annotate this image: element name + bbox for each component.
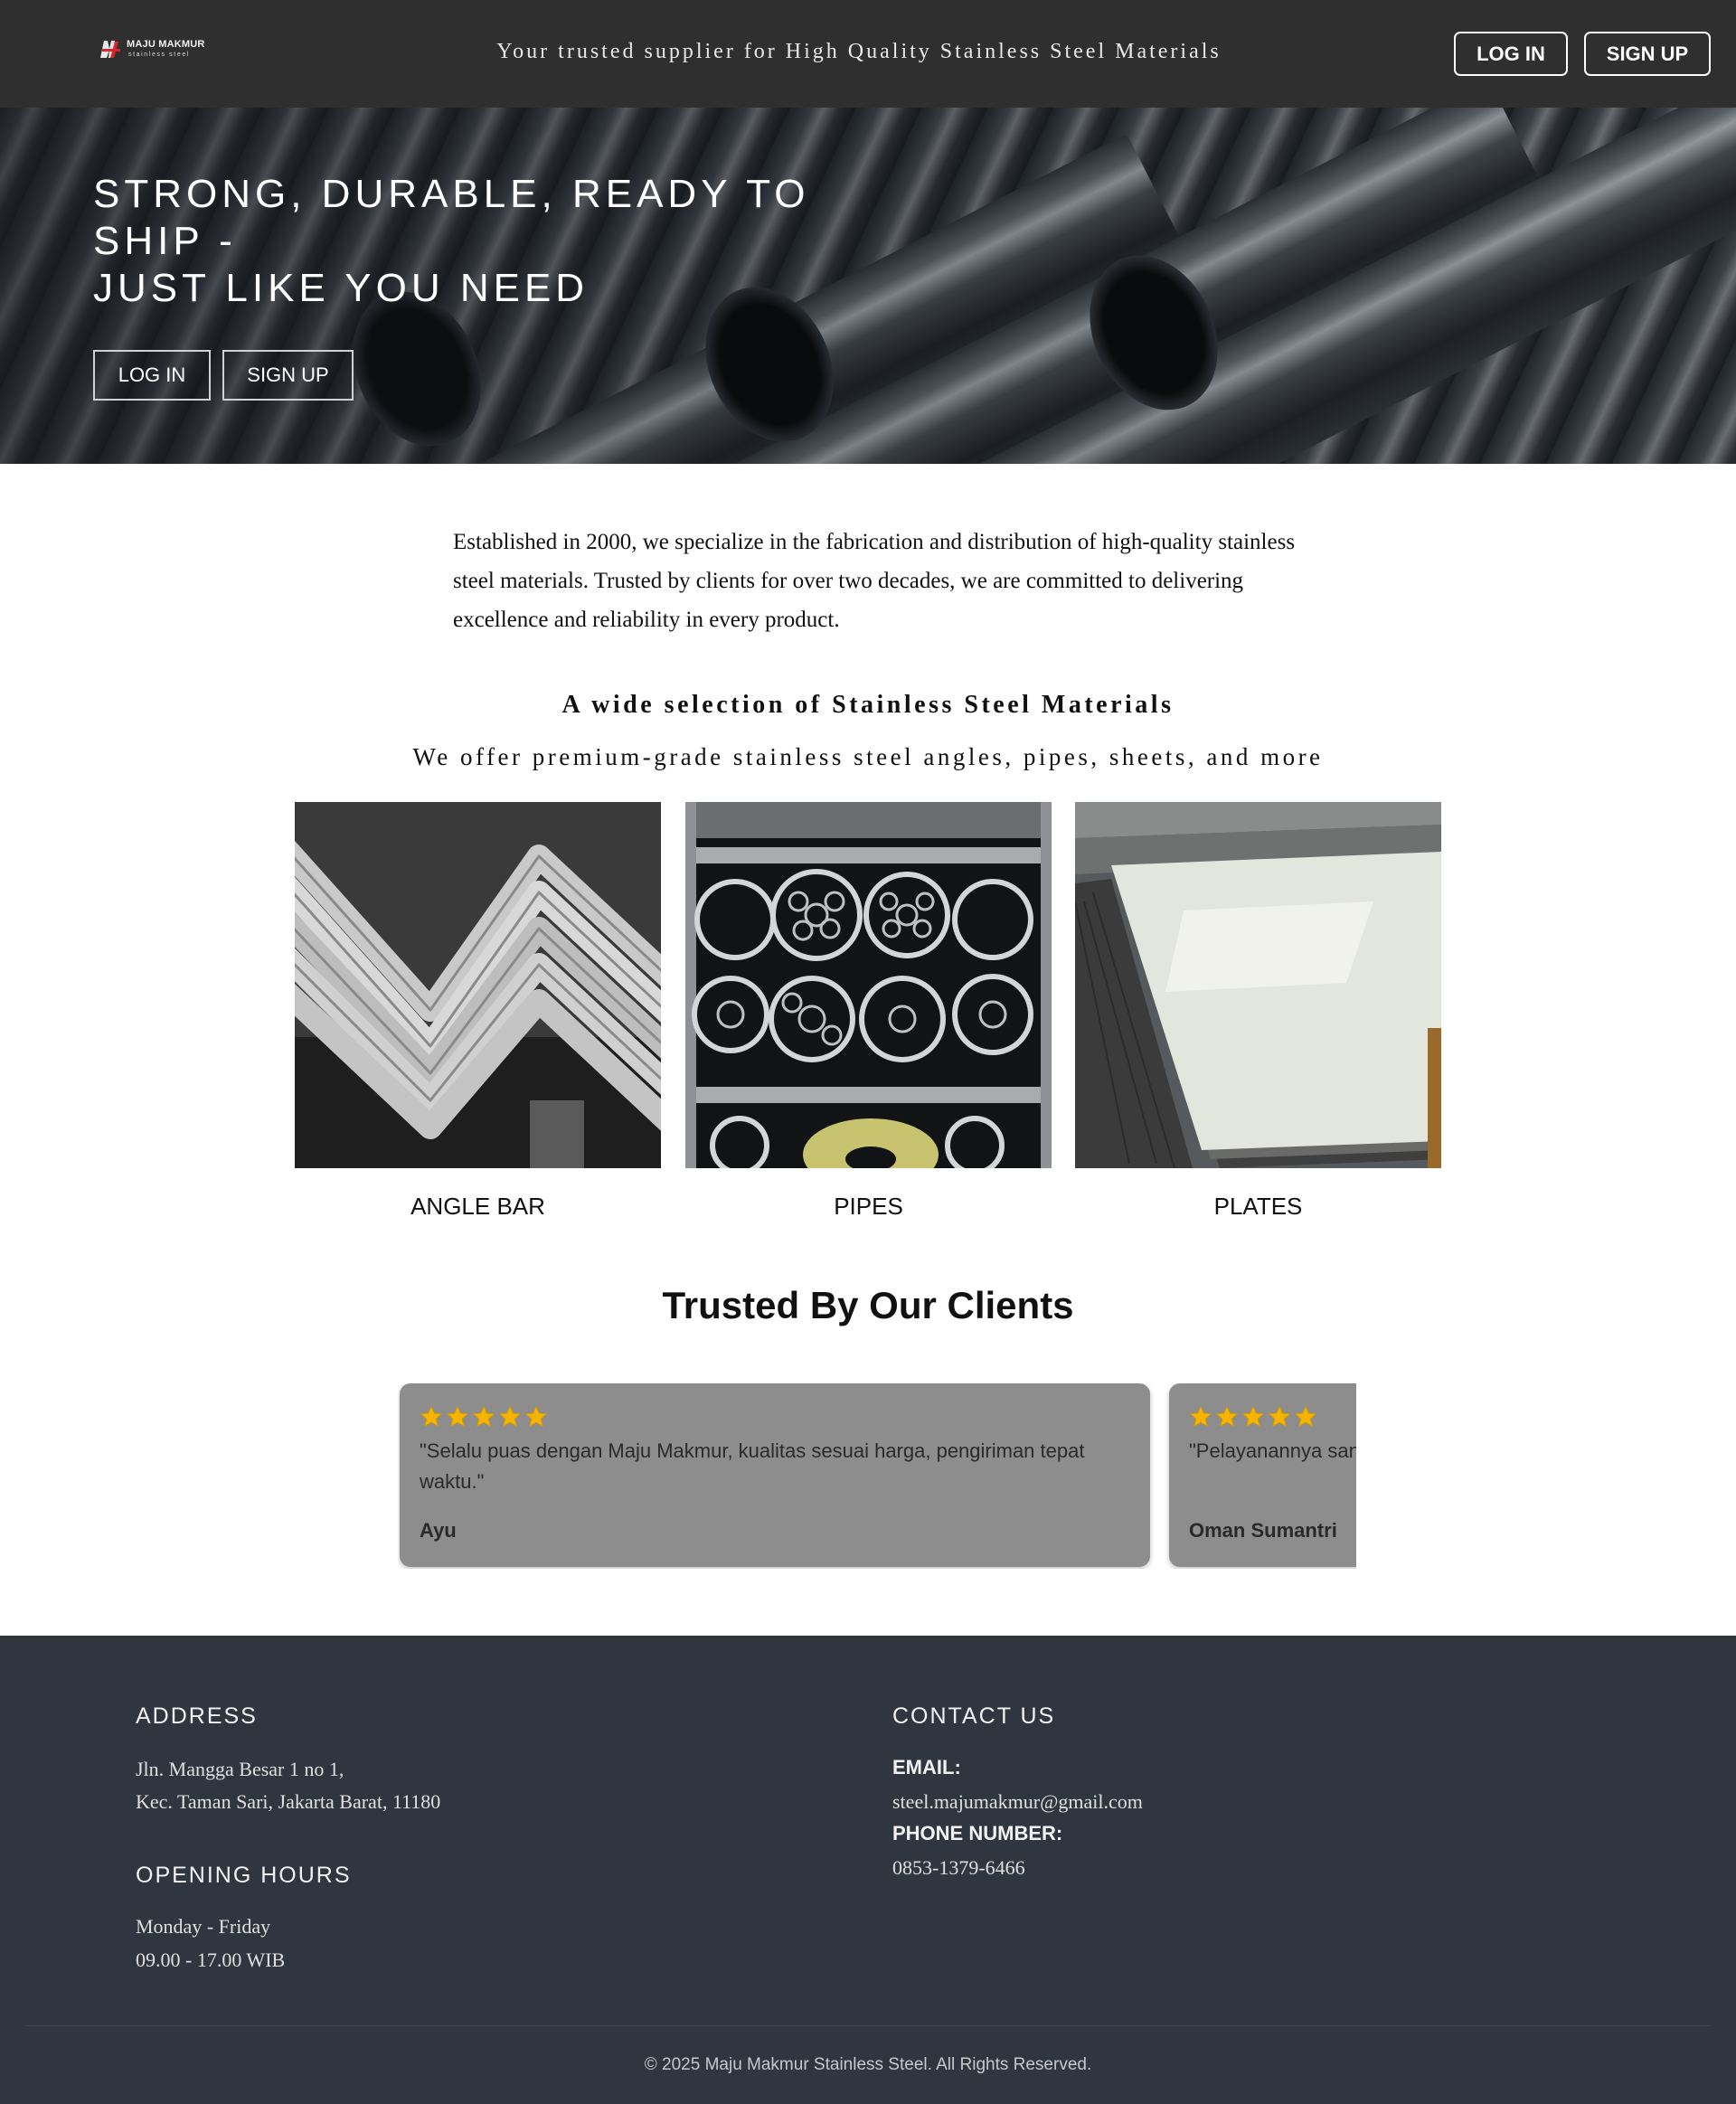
product-card-angle-bar[interactable]: ANGLE BAR: [295, 802, 661, 1221]
star-icon: [1189, 1405, 1212, 1428]
opening-time: 09.00 - 17.00 WIB: [136, 1948, 286, 1971]
product-card-pipes[interactable]: PIPES: [685, 802, 1052, 1221]
address-line: Jln. Mangga Besar 1 no 1,: [136, 1758, 344, 1780]
phone-label: PHONE NUMBER:: [892, 1822, 1063, 1845]
star-rating: [420, 1405, 548, 1430]
selection-subtitle: We offer premium-grade stainless steel a…: [412, 743, 1324, 770]
header-login-button[interactable]: LOG IN: [1454, 32, 1568, 76]
testimonials-title: Trusted By Our Clients: [662, 1284, 1074, 1326]
star-icon: [420, 1405, 443, 1428]
header-tagline: Your trusted supplier for High Quality S…: [496, 40, 1222, 63]
opening-days: Monday - Friday: [136, 1915, 271, 1938]
star-icon: [1294, 1405, 1317, 1428]
testimonial-author: Ayu: [420, 1519, 457, 1542]
selection-title: A wide selection of Stainless Steel Mate…: [561, 691, 1175, 719]
company-intro-text: Established in 2000, we specialize in th…: [453, 530, 1296, 632]
hero-headline-line: JUST LIKE YOU NEED: [93, 266, 590, 310]
opening-hours-heading: OPENING HOURS: [136, 1863, 352, 1888]
pipes-image: [685, 802, 1052, 1168]
contact-heading: CONTACT US: [892, 1703, 1056, 1729]
hero-headline-line: SHIP -: [93, 219, 237, 263]
star-icon: [1215, 1405, 1239, 1428]
logo-brand-text: MAJU MAKMUR: [127, 39, 205, 50]
hero-headline: STRONG, DURABLE, READY TO SHIP - JUST LI…: [93, 171, 907, 312]
testimonial-quote: "Pelayanannya sangat ramah dan harga san…: [1189, 1439, 1356, 1462]
star-icon: [1268, 1405, 1291, 1428]
testimonial-card: "Pelayanannya sangat ramah dan harga san…: [1169, 1383, 1356, 1567]
footer-divider: [25, 2025, 1711, 2026]
testimonial-author: Oman Sumantri: [1189, 1519, 1337, 1542]
phone-number[interactable]: 0853-1379-6466: [892, 1852, 1025, 1884]
logo-mark-icon: [100, 41, 120, 58]
hero-banner: STRONG, DURABLE, READY TO SHIP - JUST LI…: [0, 108, 1736, 464]
hero-signup-button[interactable]: SIGN UP: [222, 350, 354, 401]
product-label: ANGLE BAR: [410, 1193, 545, 1220]
email-label: EMAIL:: [892, 1756, 961, 1778]
hero-headline-line: STRONG, DURABLE, READY TO: [93, 172, 810, 216]
copyright-text: © 2025 Maju Makmur Stainless Steel. All …: [644, 2055, 1092, 2074]
star-rating: [1189, 1405, 1317, 1430]
site-footer: ADDRESS Jln. Mangga Besar 1 no 1, Kec. T…: [0, 1636, 1736, 2104]
product-label: PLATES: [1213, 1193, 1303, 1220]
top-navbar: MAJU MAKMUR stainless steel Your trusted…: [0, 0, 1736, 108]
product-label: PIPES: [834, 1193, 903, 1220]
testimonial-carousel[interactable]: "Selalu puas dengan Maju Makmur, kualita…: [398, 1383, 1356, 1569]
email-link[interactable]: steel.majumakmur@gmail.com: [892, 1786, 1143, 1818]
header-signup-button[interactable]: SIGN UP: [1584, 32, 1711, 76]
star-icon: [472, 1405, 495, 1428]
company-logo[interactable]: MAJU MAKMUR stainless steel: [99, 38, 204, 63]
product-card-plates[interactable]: PLATES: [1075, 802, 1441, 1221]
testimonial-card: "Selalu puas dengan Maju Makmur, kualita…: [400, 1383, 1150, 1567]
star-icon: [524, 1405, 548, 1428]
angle-bar-image: [295, 802, 661, 1168]
hero-login-button[interactable]: LOG IN: [93, 350, 211, 401]
testimonial-quote: "Selalu puas dengan Maju Makmur, kualita…: [420, 1439, 1085, 1493]
address-line: Kec. Taman Sari, Jakarta Barat, 11180: [136, 1790, 441, 1813]
plates-image: [1075, 802, 1441, 1168]
star-icon: [446, 1405, 469, 1428]
star-icon: [1241, 1405, 1265, 1428]
address-heading: ADDRESS: [136, 1703, 258, 1729]
star-icon: [498, 1405, 522, 1428]
logo-sub-text: stainless steel: [128, 52, 190, 58]
